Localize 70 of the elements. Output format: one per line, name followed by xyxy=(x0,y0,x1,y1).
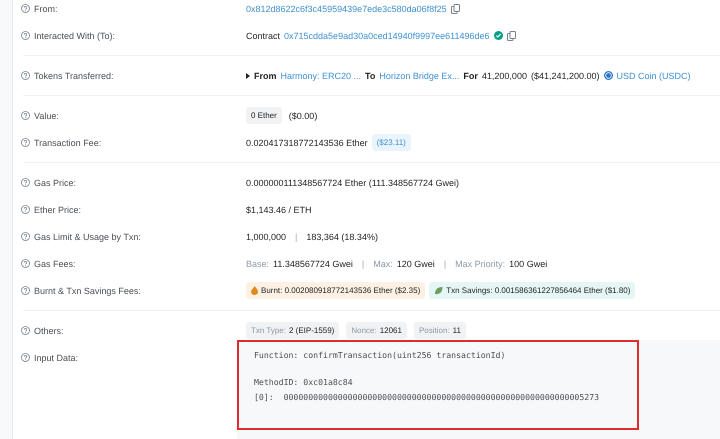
price-badge: ($23.11) xyxy=(372,134,411,151)
help-icon xyxy=(21,259,30,268)
field-label: Gas Price: xyxy=(34,178,76,188)
value-text: 1,000,000 xyxy=(246,232,286,242)
address-link[interactable]: Horizon Bridge Ex... xyxy=(379,70,460,80)
field-label: Interacted With (To): xyxy=(34,30,116,40)
keyword-text: From xyxy=(254,70,276,80)
value-text: 41,200,000 xyxy=(482,70,527,80)
field-label: Base: xyxy=(246,258,270,268)
tag-label: Txn Type: xyxy=(251,326,286,335)
field-label: Tokens Transferred: xyxy=(34,70,114,80)
field-label: Gas Limit & Usage by Txn: xyxy=(34,232,141,242)
field-label: Gas Fees: xyxy=(34,258,76,268)
field-label: Max: xyxy=(373,258,393,268)
coin-icon xyxy=(604,71,613,80)
field-label: Ether Price: xyxy=(34,204,82,214)
separator-text: | xyxy=(295,232,298,242)
code-line: Function: confirmTransaction(uint256 transactionId) xyxy=(254,349,506,362)
field-label: Input Data: xyxy=(34,352,78,362)
caret-icon xyxy=(246,72,250,78)
help-icon xyxy=(21,286,30,295)
value-text: Contract xyxy=(246,30,280,40)
help-icon xyxy=(21,178,30,187)
copy-icon[interactable] xyxy=(450,4,460,14)
separator-text: | xyxy=(444,258,446,268)
address-link[interactable]: Harmony: ERC20 ... xyxy=(280,70,362,80)
copy-icon[interactable] xyxy=(506,30,516,40)
tag-value: 12061 xyxy=(380,326,402,335)
field-label: Others: xyxy=(34,326,64,336)
flame-icon xyxy=(251,286,258,295)
field-label: Burnt & Txn Savings Fees: xyxy=(34,286,141,296)
address-link[interactable]: 0x812d8622c6f3c45959439e7ede3c580da06f8f25 xyxy=(246,4,447,14)
help-icon xyxy=(21,326,30,335)
help-icon xyxy=(21,71,30,80)
separator-text: | xyxy=(362,258,364,268)
value-text: 0.000000111348567724 Ether (111.348567724 Gwei) xyxy=(246,178,460,188)
tag-value: 0 Ether xyxy=(251,111,277,120)
field-label: From: xyxy=(34,4,58,14)
value-text: 100 Gwei xyxy=(509,258,548,268)
help-icon xyxy=(21,4,30,13)
help-icon xyxy=(21,353,30,362)
tag-value: 11 xyxy=(452,326,461,335)
help-icon xyxy=(21,31,30,40)
help-icon xyxy=(21,138,30,147)
tag-value: Burnt: 0.002080918772143536 Ether ($2.35) xyxy=(261,286,420,295)
field-label: Transaction Fee: xyxy=(34,138,102,148)
value-text: 11.348567724 Gwei xyxy=(273,258,353,268)
tag-value: 2 (EIP-1559) xyxy=(288,326,334,335)
leaf-icon xyxy=(434,286,444,295)
help-icon xyxy=(21,111,30,120)
keyword-text: To xyxy=(365,70,376,80)
code-line: MethodID: 0xc01a8c84 xyxy=(254,376,354,389)
tag-label: Nonce: xyxy=(351,326,377,335)
verified-check-icon xyxy=(494,31,503,40)
keyword-text: For xyxy=(463,70,478,80)
value-text: 0.020417318772143536 Ether xyxy=(246,138,368,148)
address-link[interactable]: 0x715cdda5e9ad30a0ced14940f9997ee611496de6 xyxy=(284,30,490,40)
tag-label: Position: xyxy=(418,326,450,335)
value-text: 120 Gwei xyxy=(396,258,435,268)
help-icon xyxy=(21,232,30,241)
help-icon xyxy=(21,205,30,214)
value-text: 183,364 (18.34%) xyxy=(306,232,378,242)
code-line: [0]: 0000000000000000000000000000000000000000000000000000000000005273 xyxy=(254,391,600,404)
address-link[interactable]: USD Coin (USDC) xyxy=(616,70,691,80)
tag-value: Txn Savings: 0.001586361227856464 Ether ($1.80) xyxy=(446,286,630,295)
value-text: ($41,241,200.00) xyxy=(530,70,600,80)
value-text: ($0.00) xyxy=(288,110,318,120)
field-label: Value: xyxy=(34,110,59,120)
field-label: Max Priority: xyxy=(455,258,506,268)
value-text: $1,143.46 / ETH xyxy=(246,204,312,214)
